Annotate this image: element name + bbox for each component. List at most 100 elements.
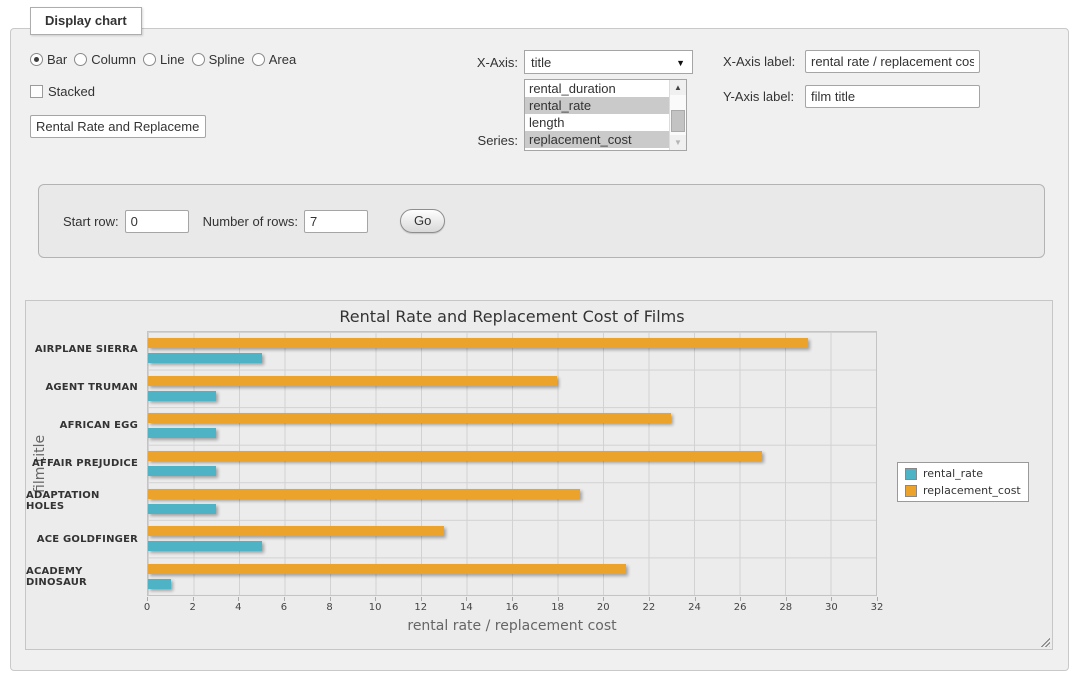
category-row	[148, 332, 876, 370]
bar-rental_rate[interactable]	[148, 541, 262, 551]
category-row	[148, 557, 876, 595]
series-listbox[interactable]: rental_durationrental_ratelengthreplacem…	[524, 79, 687, 151]
x-tick-label: 14	[460, 602, 473, 613]
bar-replacement_cost[interactable]	[148, 564, 626, 574]
x-axis-tickmarks	[147, 597, 877, 601]
x-tick-label: 0	[144, 602, 150, 613]
series-option-rental_duration[interactable]: rental_duration	[525, 80, 669, 97]
axis-labels-column: X-Axis label: Y-Axis label:	[723, 50, 980, 120]
category-axis-labels: AIRPLANE SIERRAAGENT TRUMANAFRICAN EGGAF…	[26, 331, 138, 596]
x-tickmark	[558, 597, 559, 601]
chart-type-option-bar: Bar	[30, 52, 67, 67]
scrollbar-track[interactable]	[670, 95, 686, 135]
category-row	[148, 370, 876, 408]
chart-type-radio-label: Line	[160, 52, 185, 67]
chart-type-radio-spline[interactable]	[192, 53, 205, 66]
x-axis-row: X-Axis: title ▼	[466, 50, 693, 74]
x-tick-label: 24	[688, 602, 701, 613]
category-row	[148, 407, 876, 445]
num-rows-input[interactable]	[304, 210, 368, 233]
chart-type-radio-line[interactable]	[143, 53, 156, 66]
page: Display chart BarColumnLineSplineArea St…	[0, 0, 1081, 681]
category-label: AIRPLANE SIERRA	[26, 331, 138, 369]
legend-label: rental_rate	[923, 467, 983, 480]
x-tickmark	[421, 597, 422, 601]
axis-series-column: X-Axis: title ▼ Series: rental_durationr…	[466, 50, 693, 151]
bar-rental_rate[interactable]	[148, 579, 171, 589]
x-tick-label: 32	[871, 602, 884, 613]
bar-replacement_cost[interactable]	[148, 338, 808, 348]
chart-type-option-area: Area	[252, 52, 296, 67]
x-tickmark	[740, 597, 741, 601]
legend-item-replacement_cost[interactable]: replacement_cost	[905, 484, 1021, 497]
stacked-row: Stacked	[30, 84, 296, 98]
series-option-rental_rate[interactable]: rental_rate	[525, 97, 669, 114]
x-tickmark	[193, 597, 194, 601]
x-tickmark	[466, 597, 467, 601]
x-tick-label: 16	[506, 602, 519, 613]
x-axis-title: rental rate / replacement cost	[147, 618, 877, 634]
resize-grip-icon[interactable]	[1039, 636, 1050, 647]
start-row-label: Start row:	[63, 214, 119, 229]
legend-item-rental_rate[interactable]: rental_rate	[905, 467, 1021, 480]
bar-rental_rate[interactable]	[148, 353, 262, 363]
chevron-down-icon: ▼	[676, 58, 685, 68]
scrollbar-thumb[interactable]	[671, 110, 685, 132]
chart-type-option-spline: Spline	[192, 52, 245, 67]
y-axis-label-input[interactable]	[805, 85, 980, 108]
go-button[interactable]: Go	[400, 209, 445, 233]
series-option-replacement_cost[interactable]: replacement_cost	[525, 131, 669, 148]
chart-type-radio-label: Bar	[47, 52, 67, 67]
start-row-input[interactable]	[125, 210, 189, 233]
chart-title: Rental Rate and Replacement Cost of Film…	[147, 307, 877, 326]
legend-label: replacement_cost	[923, 484, 1021, 497]
chart-type-radio-bar[interactable]	[30, 53, 43, 66]
chart-container: Rental Rate and Replacement Cost of Film…	[25, 300, 1053, 650]
row-range-box: Start row: Number of rows: Go	[38, 184, 1045, 258]
chart-type-column: BarColumnLineSplineArea Stacked	[30, 51, 296, 138]
x-axis-label-input[interactable]	[805, 50, 980, 73]
bar-replacement_cost[interactable]	[148, 451, 762, 461]
x-tickmark	[649, 597, 650, 601]
bar-replacement_cost[interactable]	[148, 413, 671, 423]
category-label: ACADEMY DINOSAUR	[26, 558, 138, 596]
bar-rental_rate[interactable]	[148, 504, 216, 514]
x-axis-label-row: X-Axis label:	[723, 50, 980, 73]
x-axis-selected-value: title	[531, 55, 551, 70]
bar-replacement_cost[interactable]	[148, 526, 444, 536]
chart-title-input[interactable]	[30, 115, 206, 138]
scrollbar-down-icon[interactable]: ▼	[670, 135, 686, 150]
bar-replacement_cost[interactable]	[148, 376, 557, 386]
x-tickmark	[375, 597, 376, 601]
stacked-checkbox[interactable]	[30, 85, 43, 98]
x-tick-label: 28	[779, 602, 792, 613]
x-tick-label: 26	[734, 602, 747, 613]
x-tick-label: 2	[189, 602, 195, 613]
series-scrollbar[interactable]: ▲ ▼	[669, 80, 686, 150]
legend-swatch	[905, 468, 917, 480]
bar-rental_rate[interactable]	[148, 391, 216, 401]
category-label: AGENT TRUMAN	[26, 369, 138, 407]
series-option-length[interactable]: length	[525, 114, 669, 131]
x-tick-label: 10	[369, 602, 382, 613]
category-label: ACE GOLDFINGER	[26, 520, 138, 558]
category-label: AFRICAN EGG	[26, 407, 138, 445]
y-axis-label-row: Y-Axis label:	[723, 85, 980, 108]
x-tick-label: 30	[825, 602, 838, 613]
chart-type-radio-column[interactable]	[74, 53, 87, 66]
category-row	[148, 520, 876, 558]
category-label: AFFAIR PREJUDICE	[26, 445, 138, 483]
bar-rental_rate[interactable]	[148, 466, 216, 476]
x-tick-label: 8	[326, 602, 332, 613]
display-chart-panel: Display chart BarColumnLineSplineArea St…	[10, 28, 1069, 671]
x-tickmark	[147, 597, 148, 601]
chart-type-radio-area[interactable]	[252, 53, 265, 66]
bar-rental_rate[interactable]	[148, 428, 216, 438]
scrollbar-up-icon[interactable]: ▲	[670, 80, 686, 95]
series-select-label: Series:	[472, 133, 524, 151]
bar-replacement_cost[interactable]	[148, 489, 580, 499]
chart-type-radio-label: Spline	[209, 52, 245, 67]
x-tickmark	[877, 597, 878, 601]
x-axis-select[interactable]: title ▼	[524, 50, 693, 74]
panel-legend: Display chart	[30, 7, 142, 35]
